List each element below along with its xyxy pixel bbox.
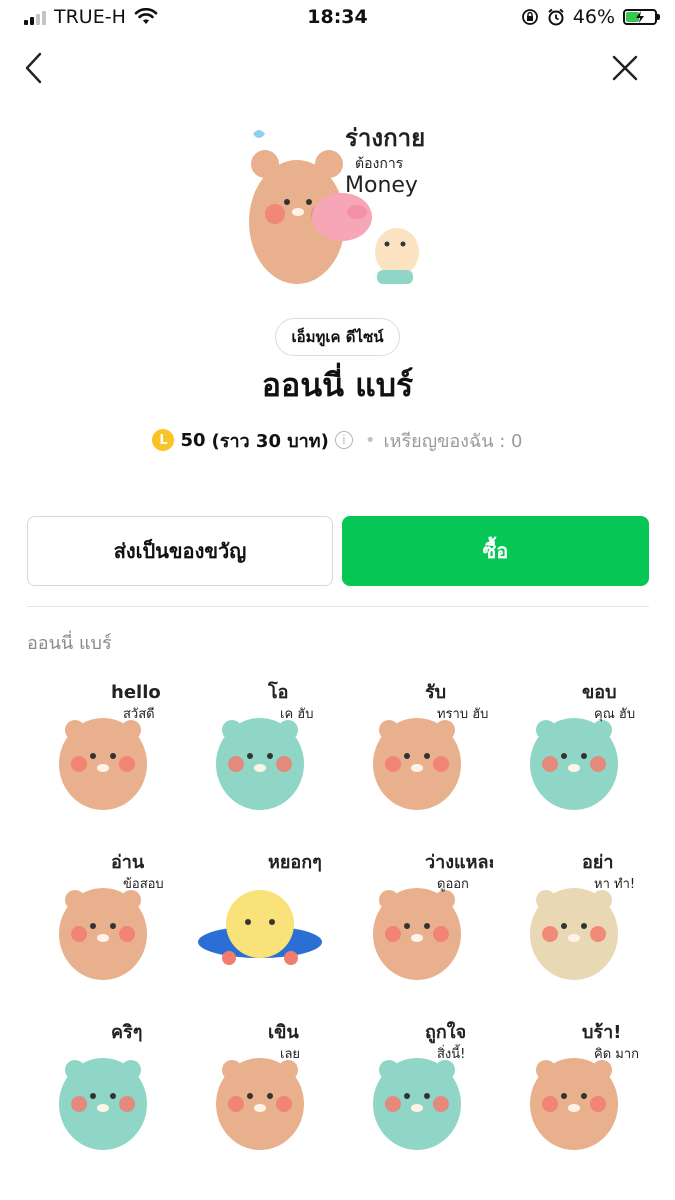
sticker-item[interactable]: คริๆ [27,1012,179,1162]
sticker-image: อ่านข้อสอบ [59,852,164,980]
page-title: ออนนี่ แบร์ [261,366,414,404]
sticker-item[interactable]: hello สวัสดี [27,672,179,822]
sticker-text-secondary: สวัสดี [123,706,155,722]
sticker-image: hello สวัสดี [59,682,161,810]
sticker-image: เขินเลย [216,1022,304,1150]
author-tag[interactable]: เอ็มทูเค ดีไซน์ [275,318,400,356]
sticker-image: โอเค ฮับ [216,681,313,810]
send-gift-button[interactable]: ส่งเป็นของขวัญ [27,516,333,586]
sticker-image: หยอกๆ [198,852,322,965]
sticker-text: เขิน [268,1022,299,1043]
sticker-item[interactable]: รับทราบ ฮับ [341,672,493,822]
sticker-text-secondary: เค ฮับ [280,707,313,722]
price-row: L 50 (ราว 30 บาท) i • เหรียญของฉัน : 0 [0,424,675,456]
price-approx: (ราว 30 บาท) [211,430,329,452]
sticker-item[interactable]: อ่านข้อสอบ [27,842,179,992]
main-sticker-text-1: ร่างกาย [345,124,425,152]
info-icon[interactable]: i [334,431,353,449]
sticker-text-secondary: คิด มาก [594,1047,639,1062]
sticker-text: รับ [425,682,446,703]
sticker-text: ขอบ [582,682,617,703]
sticker-item[interactable]: ว่างแหละดูออก [341,842,493,992]
sticker-image: บร้า! คิด มาก [530,1022,639,1150]
sticker-item[interactable]: ถูกใจ สิ่งนี้! [341,1012,493,1162]
main-sticker-text-2: ต้องการ [355,156,404,172]
my-coins: เหรียญของฉัน : 0 [383,430,523,452]
battery-percent: 46% [572,6,615,28]
sticker-image: อย่าหา ทำ! [530,852,635,980]
sticker-text-secondary: คุณ ฮับ [594,707,635,722]
status-right: 46% [521,6,660,28]
sticker-text: อย่า [582,852,613,873]
sticker-text: hello [111,682,161,703]
sticker-item[interactable]: หยอกๆ [184,842,336,992]
status-bar: TRUE-H 18:34 46% [0,0,675,36]
sticker-text: อ่าน [111,852,145,873]
sticker-item[interactable]: เขินเลย [184,1012,336,1162]
sticker-text: ว่างแหละ [425,852,493,873]
battery-icon [623,9,660,25]
line-coin-icon: L [152,429,175,451]
sticker-image: ขอบคุณ ฮับ [530,682,635,810]
main-sticker-text-3: Money [345,173,418,198]
sticker-image: รับทราบ ฮับ [373,682,488,810]
price-amount: 50 [180,429,206,451]
separator-dot: • [364,429,376,451]
section-title: ออนนี่ แบร์ [27,633,112,654]
sticker-text: โอ [267,681,288,703]
sticker-text: ถูกใจ [425,1021,466,1044]
divider [27,606,649,607]
chevron-left-icon[interactable] [18,50,54,86]
sticker-text: คริๆ [111,1022,142,1043]
sticker-image: คริๆ [59,1022,147,1150]
sticker-text-secondary: หา ทำ! [594,877,635,892]
sticker-text: หยอกๆ [268,852,322,873]
close-icon[interactable] [609,52,641,84]
orientation-lock-icon [521,9,538,25]
sticker-text-secondary: เลย [280,1047,300,1062]
sticker-image: ถูกใจสิ่งนี้! [373,1021,466,1150]
sticker-text-secondary: สิ่งนี้! [437,1044,465,1062]
sticker-item[interactable]: อย่าหา ทำ! [498,842,650,992]
sticker-item[interactable]: โอเค ฮับ [184,672,336,822]
main-sticker-image: ร่างกาย ต้องการ Money [249,124,425,284]
sticker-item[interactable]: บร้า! คิด มาก [498,1012,650,1162]
sticker-image: ว่างแหละดูออก [373,852,493,980]
sticker-text-secondary: ข้อสอบ [123,877,164,892]
sticker-text-secondary: ทราบ ฮับ [437,707,488,722]
sticker-text-secondary: ดูออก [437,877,469,892]
sticker-text: บร้า! [582,1022,621,1043]
sticker-item[interactable]: ขอบคุณ ฮับ [498,672,650,822]
buy-button[interactable]: ซื้อ [342,516,649,586]
alarm-icon [548,8,564,26]
